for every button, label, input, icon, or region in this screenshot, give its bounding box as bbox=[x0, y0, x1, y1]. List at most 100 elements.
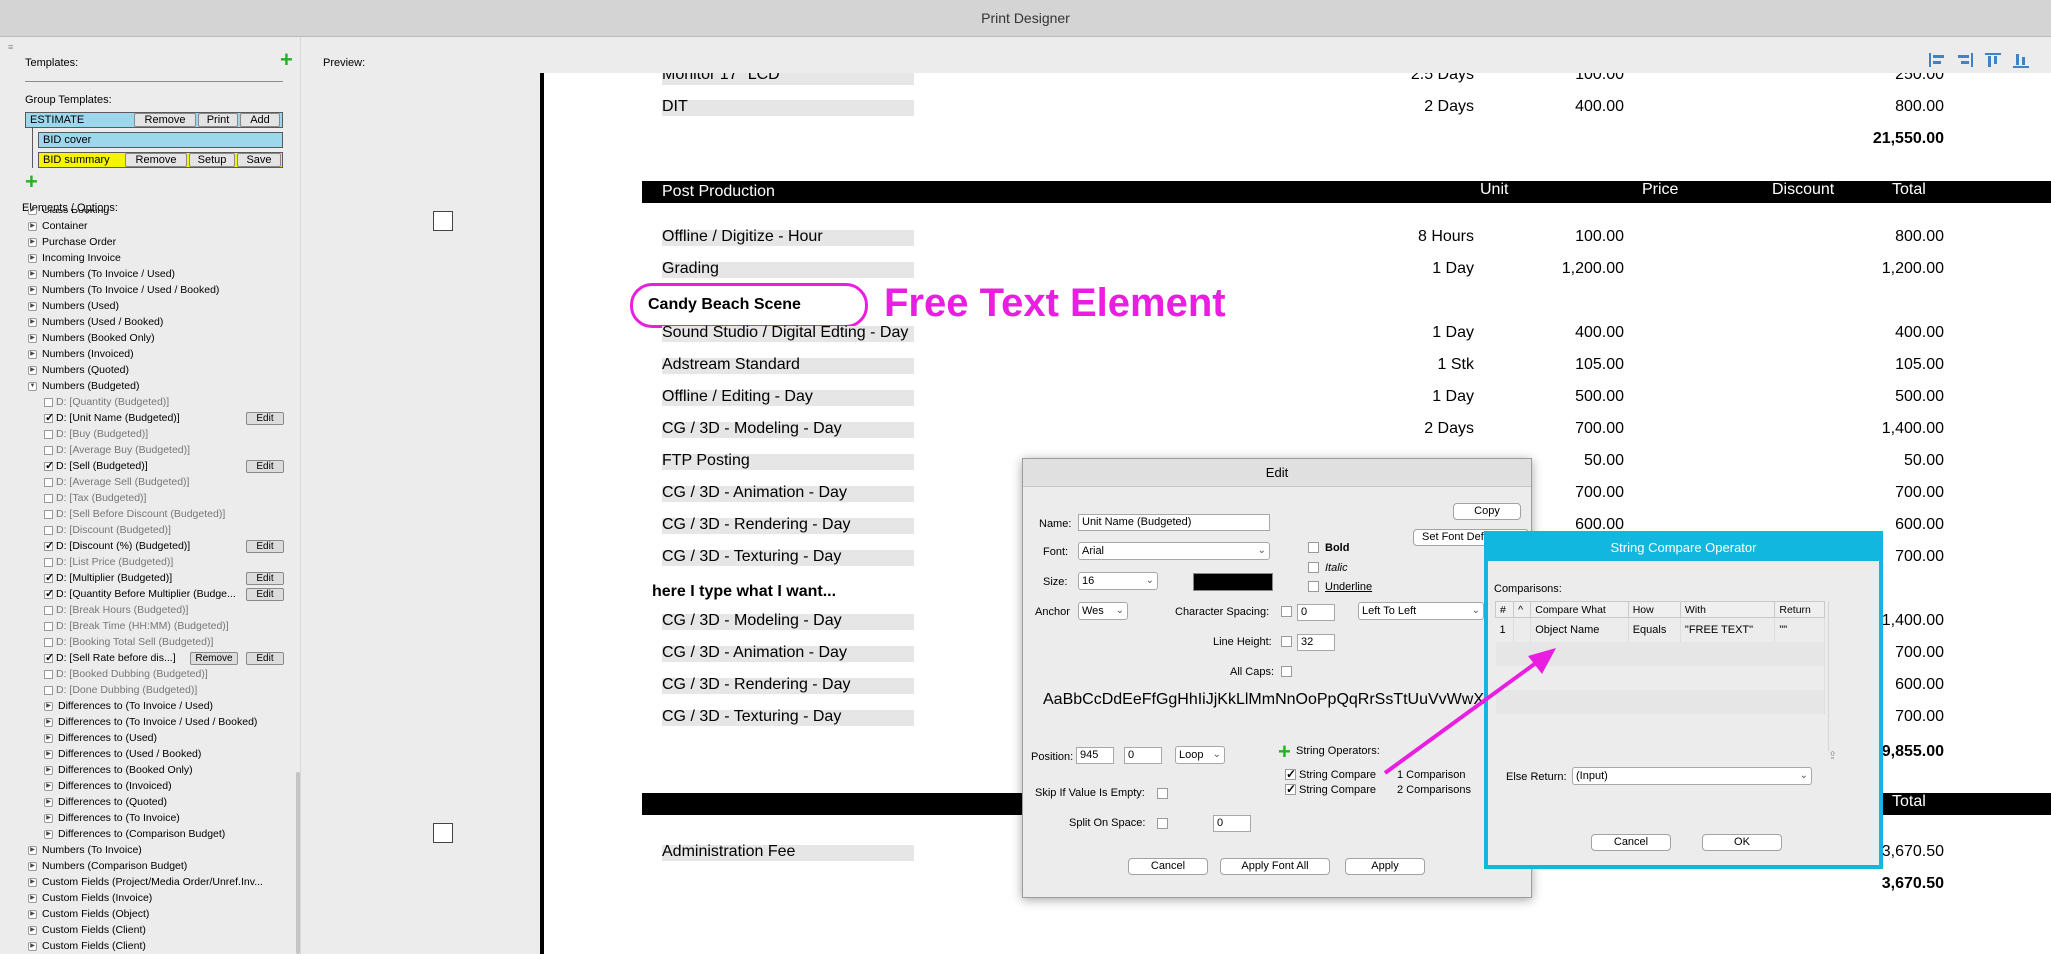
tree-item[interactable]: ▶ Class Booking bbox=[28, 209, 109, 218]
disclosure-closed-icon[interactable]: ▶ bbox=[28, 285, 37, 295]
tree-item[interactable]: ✓ D: [Discount (%) (Budgeted)] bbox=[44, 539, 190, 554]
italic-checkbox[interactable] bbox=[1308, 562, 1319, 573]
position-mode-select[interactable]: Loop ⌄ bbox=[1175, 746, 1225, 764]
tree-item[interactable]: ▶ Differences to (Used) bbox=[44, 731, 157, 746]
tree-item[interactable]: ✓ D: [Unit Name (Budgeted)] bbox=[44, 411, 180, 426]
tree-item-checkbox[interactable] bbox=[44, 605, 53, 615]
edit-button[interactable]: Edit bbox=[246, 460, 284, 473]
edit-button[interactable]: Edit bbox=[246, 572, 284, 585]
anchor-select[interactable]: Wes ⌄ bbox=[1078, 602, 1128, 620]
character-spacing-checkbox[interactable] bbox=[1281, 606, 1292, 617]
disclosure-closed-icon[interactable]: ▶ bbox=[44, 797, 53, 807]
disclosure-closed-icon[interactable]: ▶ bbox=[28, 925, 37, 935]
disclosure-closed-icon[interactable]: ▶ bbox=[28, 237, 37, 247]
setup-button[interactable]: Setup bbox=[189, 153, 235, 167]
font-select[interactable]: Arial ⌄ bbox=[1078, 542, 1270, 560]
disclosure-open-icon[interactable]: ▼ bbox=[28, 381, 37, 391]
page-marker-square[interactable] bbox=[433, 823, 453, 843]
remove-button[interactable]: Remove bbox=[134, 113, 196, 127]
edit-button[interactable]: Edit bbox=[246, 652, 284, 665]
align-left-icon[interactable] bbox=[1928, 52, 1946, 68]
tree-item[interactable]: ▶ Custom Fields (Project/Media Order/Unre… bbox=[28, 875, 263, 890]
underline-checkbox[interactable] bbox=[1308, 581, 1319, 592]
color-swatch[interactable] bbox=[1193, 573, 1273, 591]
disclosure-closed-icon[interactable]: ▶ bbox=[28, 269, 37, 279]
template-bid-summary[interactable]: BID summary Remove Setup Save bbox=[38, 152, 283, 168]
cell-compare-what[interactable]: Object Name bbox=[1530, 617, 1629, 642]
copy-button[interactable]: Copy bbox=[1453, 503, 1521, 520]
cancel-button[interactable]: Cancel bbox=[1591, 834, 1671, 851]
align-top-icon[interactable] bbox=[1984, 52, 2002, 68]
disclosure-closed-icon[interactable]: ▶ bbox=[28, 909, 37, 919]
string-compare-checkbox[interactable]: ✓ bbox=[1285, 783, 1296, 795]
position-x-input[interactable]: 945 bbox=[1076, 747, 1114, 764]
free-text-element[interactable]: Candy Beach Scene bbox=[648, 296, 801, 314]
tree-item-checkbox[interactable]: ✓ bbox=[44, 412, 54, 423]
tree-item[interactable]: ▶ Numbers (To Invoice) bbox=[28, 843, 142, 858]
tree-item[interactable]: ▶ Differences to (Booked Only) bbox=[44, 763, 193, 778]
disclosure-closed-icon[interactable]: ▶ bbox=[28, 365, 37, 375]
tree-item-checkbox[interactable]: ✓ bbox=[44, 572, 54, 583]
tree-item[interactable]: D: [Break Hours (Budgeted)] bbox=[44, 603, 188, 618]
disclosure-closed-icon[interactable]: ▶ bbox=[28, 209, 37, 215]
tree-item[interactable]: ▶ Custom Fields (Client) bbox=[28, 923, 146, 938]
tree-item[interactable]: D: [Break Time (HH:MM) (Budgeted)] bbox=[44, 619, 229, 634]
size-select[interactable]: 16 ⌄ bbox=[1078, 572, 1158, 590]
tree-item[interactable]: ▶ Differences to (Quoted) bbox=[44, 795, 167, 810]
disclosure-closed-icon[interactable]: ▶ bbox=[44, 749, 53, 759]
disclosure-closed-icon[interactable]: ▶ bbox=[44, 733, 53, 743]
add-template-icon[interactable]: + bbox=[280, 49, 293, 71]
disclosure-closed-icon[interactable]: ▶ bbox=[28, 301, 37, 311]
disclosure-closed-icon[interactable]: ▶ bbox=[28, 317, 37, 327]
col-sort[interactable]: ^ bbox=[1513, 601, 1532, 618]
disclosure-closed-icon[interactable]: ▶ bbox=[28, 861, 37, 871]
tree-item[interactable]: ▶ Differences to (To Invoice / Used) bbox=[44, 699, 213, 714]
disclosure-closed-icon[interactable]: ▶ bbox=[44, 781, 53, 791]
align-right-icon[interactable] bbox=[1956, 52, 1974, 68]
cell-with[interactable]: "FREE TEXT" bbox=[1680, 617, 1776, 642]
cell-how[interactable]: Equals bbox=[1628, 617, 1681, 642]
line-height-checkbox[interactable] bbox=[1281, 636, 1292, 647]
table-row[interactable]: 1 Object Name Equals "FREE TEXT" "" bbox=[1495, 617, 1825, 642]
tree-item[interactable]: ✓ D: [Quantity Before Multiplier (Budge..… bbox=[44, 587, 236, 602]
cell-return[interactable]: "" bbox=[1774, 617, 1825, 642]
ok-button[interactable]: OK bbox=[1702, 834, 1782, 851]
disclosure-closed-icon[interactable]: ▶ bbox=[44, 717, 53, 727]
bold-checkbox[interactable] bbox=[1308, 542, 1319, 553]
remove-button[interactable]: Remove bbox=[125, 153, 187, 167]
edit-button[interactable]: Edit bbox=[246, 588, 284, 601]
tree-item[interactable]: D: [Buy (Budgeted)] bbox=[44, 427, 148, 442]
tree-item-checkbox[interactable] bbox=[44, 685, 53, 695]
free-text-element-2[interactable]: here I type what I want... bbox=[652, 583, 836, 601]
disclosure-closed-icon[interactable]: ▶ bbox=[28, 845, 37, 855]
tree-item[interactable]: ▶ Custom Fields (Client) bbox=[28, 939, 146, 954]
disclosure-closed-icon[interactable]: ▶ bbox=[44, 813, 53, 823]
tree-item[interactable]: ▶ Custom Fields (Object) bbox=[28, 907, 149, 922]
tree-item[interactable]: ▶ Numbers (Quoted) bbox=[28, 363, 129, 378]
tree-item[interactable]: ▶ Differences to (To Invoice) bbox=[44, 811, 180, 826]
tree-item-checkbox[interactable] bbox=[44, 669, 53, 679]
tree-item[interactable]: ▶ Incoming Invoice bbox=[28, 251, 121, 266]
disclosure-closed-icon[interactable]: ▶ bbox=[28, 941, 37, 951]
disclosure-closed-icon[interactable]: ▶ bbox=[44, 765, 53, 775]
string-compare-checkbox[interactable]: ✓ bbox=[1285, 768, 1296, 780]
tree-item[interactable]: ▶ Differences to (Invoiced) bbox=[44, 779, 172, 794]
tree-item[interactable]: D: [Tax (Budgeted)] bbox=[44, 491, 146, 506]
tree-item[interactable]: ▶ Numbers (Used) bbox=[28, 299, 119, 314]
tree-item-checkbox[interactable]: ✓ bbox=[44, 460, 54, 471]
name-input[interactable]: Unit Name (Budgeted) bbox=[1078, 514, 1270, 531]
edit-button[interactable]: Edit bbox=[246, 412, 284, 425]
disclosure-closed-icon[interactable]: ▶ bbox=[28, 221, 37, 231]
tree-item[interactable]: ▶ Numbers (Comparison Budget) bbox=[28, 859, 187, 874]
tree-item-checkbox[interactable]: ✓ bbox=[44, 540, 54, 551]
tree-item-checkbox[interactable]: ✓ bbox=[44, 652, 54, 663]
apply-font-all-button[interactable]: Apply Font All bbox=[1220, 858, 1330, 875]
add-button[interactable]: Add bbox=[240, 113, 280, 127]
drag-handle-icon[interactable]: ≡ bbox=[8, 42, 13, 52]
tree-item-checkbox[interactable] bbox=[44, 525, 53, 535]
disclosure-closed-icon[interactable]: ▶ bbox=[28, 253, 37, 263]
tree-item[interactable]: ▶ Differences to (To Invoice / Used / Boo… bbox=[44, 715, 257, 730]
page-marker-square[interactable] bbox=[433, 211, 453, 231]
skip-if-empty-checkbox[interactable] bbox=[1157, 788, 1168, 799]
template-bid-cover[interactable]: BID cover bbox=[38, 132, 283, 148]
